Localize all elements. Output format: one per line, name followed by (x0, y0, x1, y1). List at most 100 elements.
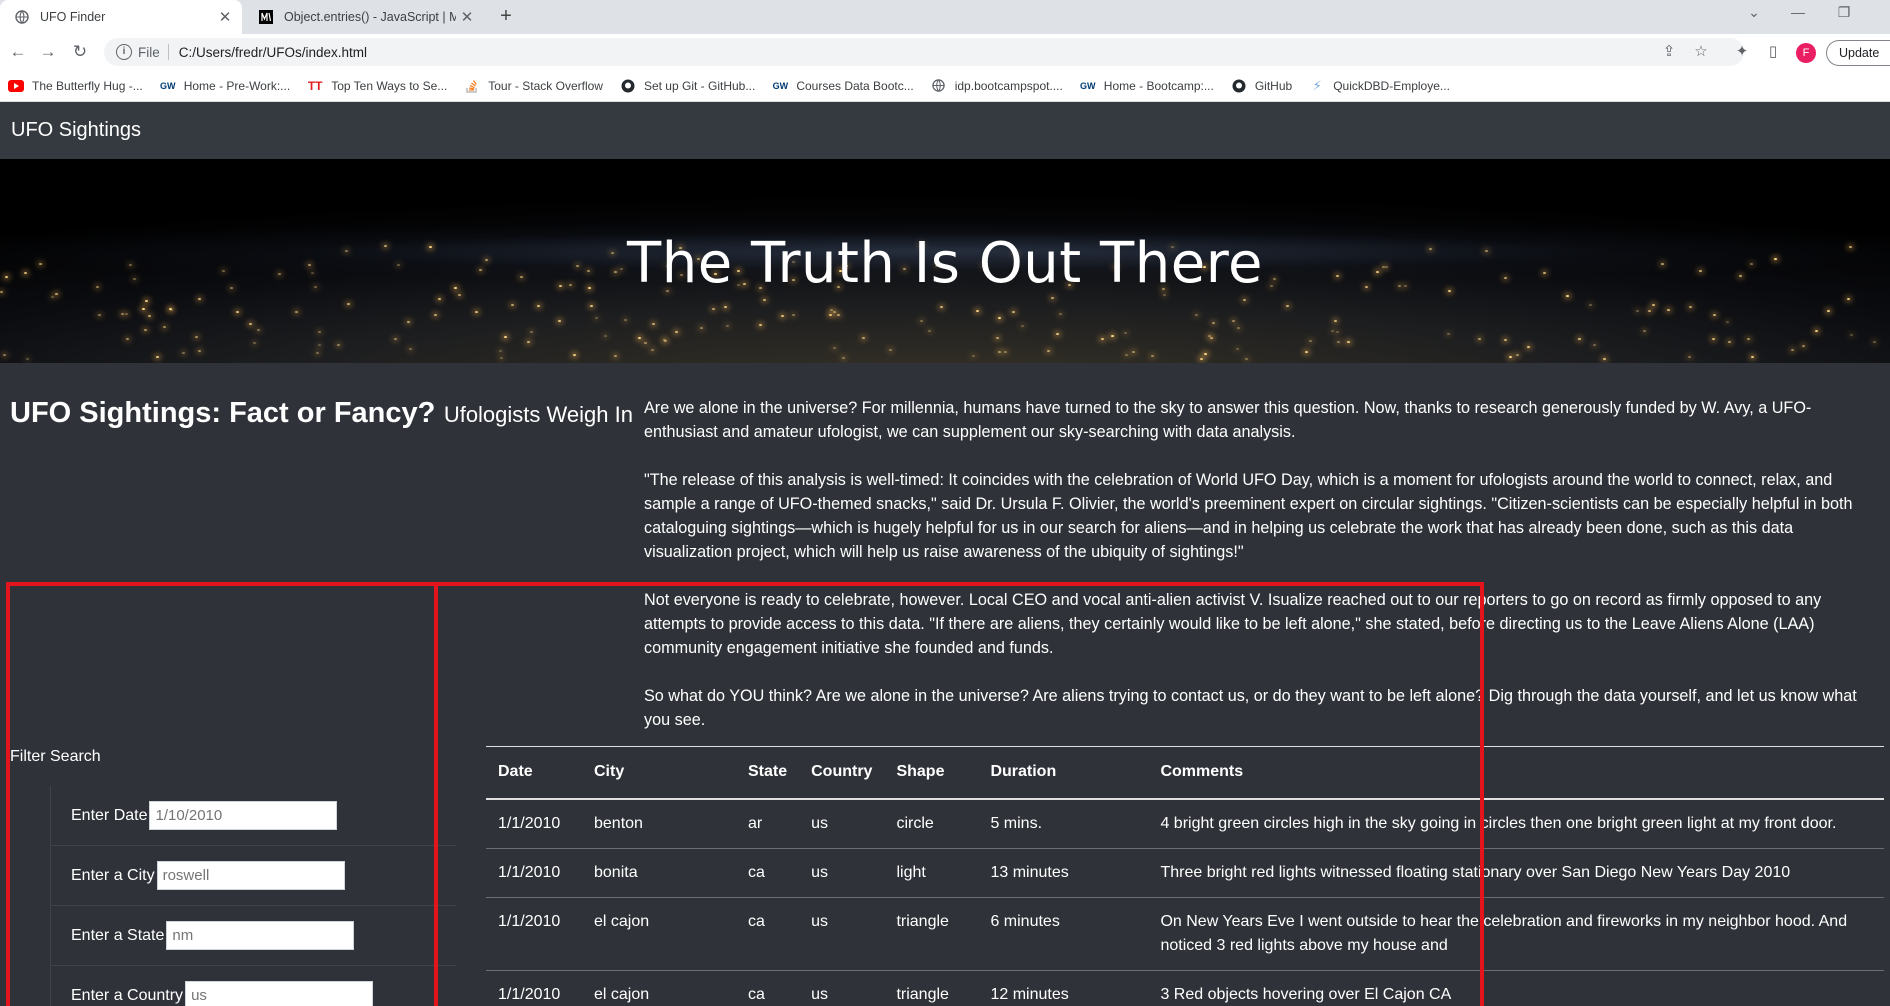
reload-button[interactable]: ↻ (70, 42, 90, 62)
cell-city: benton (582, 798, 736, 849)
ufo-table: Date City State Country Shape Duration C… (486, 746, 1884, 1006)
bookmark-item[interactable]: GW Home - Bootcamp:... (1080, 79, 1214, 93)
bookmark-label: Top Ten Ways to Se... (331, 78, 448, 93)
chevron-down-icon[interactable]: ⌄ (1736, 4, 1772, 21)
share-icon[interactable]: ⇪ (1660, 43, 1678, 61)
github-icon (1231, 79, 1247, 93)
state-input[interactable] (166, 921, 355, 950)
back-button[interactable]: ← (8, 42, 28, 62)
bookmark-label: Courses Data Bootc... (796, 78, 914, 93)
bookmark-item[interactable]: The Butterfly Hug -... (8, 79, 143, 93)
close-tab-icon[interactable]: ✕ (456, 8, 478, 26)
article-paragraph: "The release of this analysis is well-ti… (644, 471, 1853, 561)
bolt-icon: ⚡ (1312, 77, 1322, 93)
cell-state: ca (736, 848, 800, 898)
bookmark-label: QuickDBD-Employe... (1333, 78, 1450, 93)
cell-comments: Three bright red lights witnessed floati… (1148, 848, 1884, 898)
cell-duration: 5 mins. (978, 798, 1149, 849)
stackoverflow-icon (464, 79, 480, 93)
cell-state: ca (736, 897, 800, 971)
bookmark-label: The Butterfly Hug -... (32, 78, 143, 93)
bookmark-item[interactable]: GW Courses Data Bootc... (772, 78, 914, 93)
cell-duration: 6 minutes (978, 897, 1149, 971)
globe-icon (931, 79, 947, 93)
address-bar[interactable]: i File C:/Users/fredr/UFOs/index.html (104, 38, 1744, 66)
restore-icon[interactable]: ❐ (1826, 4, 1862, 21)
cell-date: 1/1/2010 (486, 897, 582, 971)
article-paragraph: So what do YOU think? Are we alone in th… (644, 687, 1857, 729)
new-tab-button[interactable]: + (494, 5, 518, 29)
bookmark-label: Tour - Stack Overflow (488, 78, 603, 93)
table-row: 1/1/2010 el cajon ca us triangle 6 minutes On … (486, 897, 1884, 971)
extensions-icon[interactable]: ✦ (1733, 43, 1751, 61)
forward-button[interactable]: → (38, 42, 58, 62)
article-heading: UFO Sightings: Fact or Fancy? (10, 397, 436, 429)
bookmark-item[interactable]: Tour - Stack Overflow (464, 79, 603, 93)
close-tab-icon[interactable]: ✕ (214, 8, 236, 26)
profile-avatar[interactable]: F (1796, 43, 1816, 63)
cell-country: us (799, 798, 885, 849)
bookmark-item[interactable]: idp.bootcampspot.... (931, 79, 1063, 93)
country-input[interactable] (185, 981, 374, 1006)
filter-list: Enter Date Enter a City Enter a State En… (50, 786, 456, 1006)
browser-tab-bar: UFO Finder ✕ Object.entries() - JavaScri… (0, 0, 1890, 34)
cell-shape: light (884, 848, 979, 898)
column-header-city: City (582, 746, 736, 800)
tab-ufo-finder[interactable]: UFO Finder ✕ (0, 0, 242, 34)
update-button[interactable]: Update (1826, 40, 1890, 66)
hero-banner: The Truth Is Out There (0, 159, 1890, 363)
bookmark-label: Home - Pre-Work:... (183, 78, 291, 93)
hero-title: The Truth Is Out There (627, 231, 1263, 296)
cell-duration: 13 minutes (978, 848, 1149, 898)
city-input[interactable] (156, 861, 345, 890)
bookmark-item[interactable]: GitHub (1231, 79, 1292, 93)
cell-comments: 4 bright green circles high in the sky g… (1148, 798, 1884, 849)
cell-date: 1/1/2010 (486, 848, 582, 898)
tab-title: Object.entries() - JavaScript | MD (284, 10, 456, 24)
cell-city: el cajon (582, 897, 736, 971)
cell-state: ca (736, 970, 800, 1006)
info-icon[interactable]: i (116, 44, 132, 60)
navbar-brand[interactable]: UFO Sightings (11, 119, 141, 142)
date-input[interactable] (149, 801, 338, 830)
cell-shape: triangle (884, 970, 979, 1006)
address-url[interactable]: C:/Users/fredr/UFOs/index.html (179, 45, 367, 60)
table-header-row: Date City State Country Shape Duration C… (486, 746, 1884, 800)
tab-object-entries[interactable]: Object.entries() - JavaScript | MD ✕ (244, 0, 484, 34)
browser-toolbar: ← → ↻ i File C:/Users/fredr/UFOs/index.h… (0, 34, 1890, 70)
cell-date: 1/1/2010 (486, 970, 582, 1006)
mdn-icon (258, 9, 274, 25)
column-header-date: Date (486, 746, 582, 800)
cell-city: el cajon (582, 970, 736, 1006)
bookmark-item[interactable]: TT Top Ten Ways to Se... (307, 79, 447, 93)
cell-shape: triangle (884, 897, 979, 971)
bookmark-item[interactable]: GW Home - Pre-Work:... (160, 79, 290, 93)
column-header-country: Country (799, 746, 885, 800)
cell-duration: 12 minutes (978, 970, 1149, 1006)
column-header-comments: Comments (1148, 746, 1884, 800)
column-header-state: State (736, 746, 800, 800)
minimize-icon[interactable]: — (1780, 4, 1816, 20)
table-row: 1/1/2010 benton ar us circle 5 mins. 4 bright … (486, 798, 1884, 849)
filter-date-label: Enter Date (71, 806, 148, 824)
cell-country: us (799, 970, 885, 1006)
bookmark-label: Set up Git - GitHub... (643, 78, 756, 93)
star-icon[interactable]: ☆ (1692, 43, 1710, 61)
globe-icon (14, 9, 30, 25)
filter-country: Enter a Country (51, 966, 456, 1006)
bookmark-item[interactable]: ⚡ QuickDBD-Employe... (1309, 77, 1450, 93)
article-paragraph: Are we alone in the universe? For millen… (644, 399, 1812, 441)
bookmark-label: GitHub (1254, 78, 1293, 93)
table-row: 1/1/2010 el cajon ca us triangle 12 minutes 3 … (486, 970, 1884, 1006)
article-paragraph: Not everyone is ready to celebrate, howe… (644, 591, 1822, 657)
side-panel-icon[interactable]: ▯ (1764, 43, 1782, 61)
bookmark-label: Home - Bootcamp:... (1103, 78, 1214, 93)
filter-state: Enter a State (51, 906, 456, 966)
youtube-icon (8, 79, 24, 93)
filter-country-label: Enter a Country (71, 986, 184, 1004)
table-row: 1/1/2010 bonita ca us light 13 minutes Three b… (486, 848, 1884, 898)
bookmark-item[interactable]: Set up Git - GitHub... (620, 79, 755, 93)
cell-shape: circle (884, 798, 979, 849)
cell-country: us (799, 897, 885, 971)
bookmarks-bar: The Butterfly Hug -... GW Home - Pre-Work:… (0, 70, 1890, 102)
